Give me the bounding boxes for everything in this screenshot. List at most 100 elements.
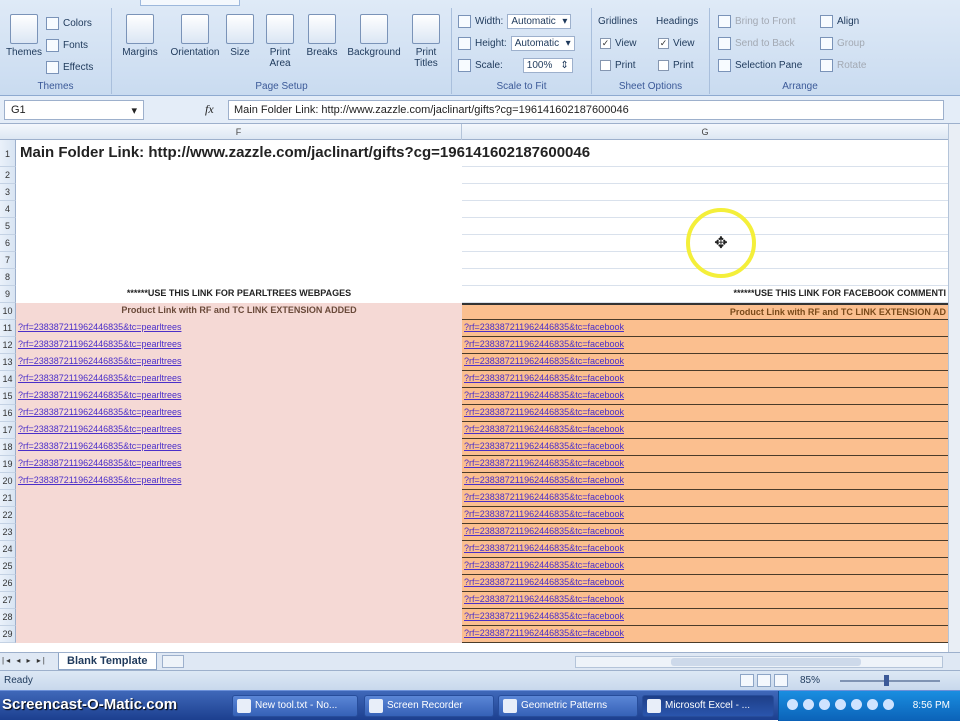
row-number[interactable]: 29 [0,626,16,643]
facebook-link[interactable]: ?rf=238387211962446835&tc=facebook [464,390,624,400]
pearltrees-link[interactable]: ?rf=238387211962446835&tc=pearltrees [18,441,181,451]
cell-f[interactable]: ?rf=238387211962446835&tc=pearltrees [16,473,462,490]
taskbar-button-excel[interactable]: Microsoft Excel - ... [642,695,774,717]
pearltrees-link[interactable]: ?rf=238387211962446835&tc=pearltrees [18,475,181,485]
fonts-button[interactable]: Fonts [46,36,88,54]
pearltrees-link[interactable]: ?rf=238387211962446835&tc=pearltrees [18,458,181,468]
cell-f[interactable] [16,235,462,252]
fx-icon[interactable]: fx [205,102,214,117]
cell-f[interactable] [16,184,462,201]
height-combo[interactable]: Automatic ▾ [510,35,575,51]
cell-g[interactable]: ?rf=238387211962446835&tc=facebook [462,524,948,541]
cell-g[interactable]: ?rf=238387211962446835&tc=facebook [462,337,948,354]
facebook-link[interactable]: ?rf=238387211962446835&tc=facebook [464,458,624,468]
cell-f[interactable] [16,218,462,235]
insert-sheet-icon[interactable] [162,655,184,668]
cell-f[interactable] [16,269,462,286]
row-number[interactable]: 27 [0,592,16,609]
facebook-link[interactable]: ?rf=238387211962446835&tc=facebook [464,339,624,349]
tray-icon[interactable] [835,699,846,710]
cell-f[interactable] [16,541,462,558]
cell-f[interactable]: ?rf=238387211962446835&tc=pearltrees [16,405,462,422]
selection-pane-button[interactable]: Selection Pane [718,56,802,74]
cell-g[interactable]: ?rf=238387211962446835&tc=facebook [462,609,948,626]
row-number[interactable]: 25 [0,558,16,575]
facebook-link[interactable]: ?rf=238387211962446835&tc=facebook [464,526,624,536]
row-number[interactable]: 20 [0,473,16,490]
sheet-tab-blank-template[interactable]: Blank Template [58,653,157,670]
gridlines-view-checkbox[interactable]: ✓ View [600,34,637,52]
tray-icon[interactable] [803,699,814,710]
facebook-link[interactable]: ?rf=238387211962446835&tc=facebook [464,611,624,621]
facebook-link[interactable]: ?rf=238387211962446835&tc=facebook [464,628,624,638]
group-button[interactable]: Group [820,34,865,52]
facebook-link[interactable]: ?rf=238387211962446835&tc=facebook [464,322,624,332]
cell-g[interactable]: ?rf=238387211962446835&tc=facebook [462,626,948,643]
row-number[interactable]: 11 [0,320,16,337]
cell-g[interactable]: ?rf=238387211962446835&tc=facebook [462,439,948,456]
cell-g[interactable]: ?rf=238387211962446835&tc=facebook [462,473,948,490]
cell-g[interactable]: ?rf=238387211962446835&tc=facebook [462,575,948,592]
cell-g[interactable]: ?rf=238387211962446835&tc=facebook [462,405,948,422]
column-header-g[interactable]: G [462,124,948,140]
taskbar-button-screen-recorder[interactable]: Screen Recorder [364,695,494,717]
cell-g[interactable]: ?rf=238387211962446835&tc=facebook [462,541,948,558]
name-box[interactable]: G1 ▾ [4,100,144,120]
taskbar-button-geometric-patterns[interactable]: Geometric Patterns [498,695,638,717]
facebook-link[interactable]: ?rf=238387211962446835&tc=facebook [464,373,624,383]
cell-f[interactable] [16,626,462,643]
row-number[interactable]: 15 [0,388,16,405]
orientation-button[interactable]: Orientation [166,14,224,58]
cell-g[interactable]: ?rf=238387211962446835&tc=facebook [462,422,948,439]
row-number[interactable]: 12 [0,337,16,354]
print-titles-button[interactable]: Print Titles [406,14,446,69]
cell-g[interactable]: ?rf=238387211962446835&tc=facebook [462,320,948,337]
page-layout-view-icon[interactable] [757,674,771,687]
row-number[interactable]: 13 [0,354,16,371]
cell-g[interactable]: ******USE THIS LINK FOR FACEBOOK COMMENT… [462,286,948,303]
pearltrees-link[interactable]: ?rf=238387211962446835&tc=pearltrees [18,390,181,400]
align-button[interactable]: Align [820,12,859,30]
cell-f[interactable]: ******USE THIS LINK FOR PEARLTREES WEBPA… [16,286,462,303]
cell-g[interactable]: ?rf=238387211962446835&tc=facebook [462,592,948,609]
effects-button[interactable]: Effects [46,58,93,76]
cell-f[interactable]: ?rf=238387211962446835&tc=pearltrees [16,456,462,473]
facebook-link[interactable]: ?rf=238387211962446835&tc=facebook [464,577,624,587]
cell-f[interactable]: ?rf=238387211962446835&tc=pearltrees [16,320,462,337]
cell-f[interactable]: Product Link with RF and TC LINK EXTENSI… [16,303,462,320]
cell-f[interactable]: ?rf=238387211962446835&tc=pearltrees [16,422,462,439]
main-folder-link-cell[interactable]: Main Folder Link: http://www.zazzle.com/… [20,144,590,161]
tray-icon[interactable] [883,699,894,710]
taskbar-button-notepad[interactable]: New tool.txt - No... [232,695,358,717]
facebook-link[interactable]: ?rf=238387211962446835&tc=facebook [464,424,624,434]
themes-button[interactable]: Themes [2,14,46,58]
cell-f[interactable] [16,252,462,269]
cell-f[interactable] [16,609,462,626]
vertical-scrollbar[interactable] [948,124,960,652]
sheet-nav-arrows-icon[interactable]: |◂ ◂ ▸ ▸| [2,656,47,665]
row-number[interactable]: 17 [0,422,16,439]
facebook-link[interactable]: ?rf=238387211962446835&tc=facebook [464,492,624,502]
scale-spinner[interactable]: 100% ⇕ [522,57,573,73]
zoom-slider-thumb[interactable] [884,675,889,686]
facebook-link[interactable]: ?rf=238387211962446835&tc=facebook [464,475,624,485]
tray-icon[interactable] [851,699,862,710]
colors-button[interactable]: Colors [46,14,92,32]
cell-f[interactable] [16,490,462,507]
margins-button[interactable]: Margins [118,14,162,58]
cell-g[interactable]: ?rf=238387211962446835&tc=facebook [462,371,948,388]
cell-g[interactable]: ?rf=238387211962446835&tc=facebook [462,558,948,575]
row-number[interactable]: 6 [0,235,16,252]
row-number[interactable]: 14 [0,371,16,388]
row-number[interactable]: 28 [0,609,16,626]
cell-f[interactable] [16,592,462,609]
formula-input[interactable]: Main Folder Link: http://www.zazzle.com/… [228,100,944,120]
horizontal-scrollbar[interactable] [575,656,943,668]
rotate-button[interactable]: Rotate [820,56,866,74]
row-number[interactable]: 24 [0,541,16,558]
cell-f[interactable] [16,167,462,184]
row-number[interactable]: 21 [0,490,16,507]
row-number[interactable]: 3 [0,184,16,201]
send-to-back-button[interactable]: Send to Back [718,34,794,52]
facebook-link[interactable]: ?rf=238387211962446835&tc=facebook [464,509,624,519]
